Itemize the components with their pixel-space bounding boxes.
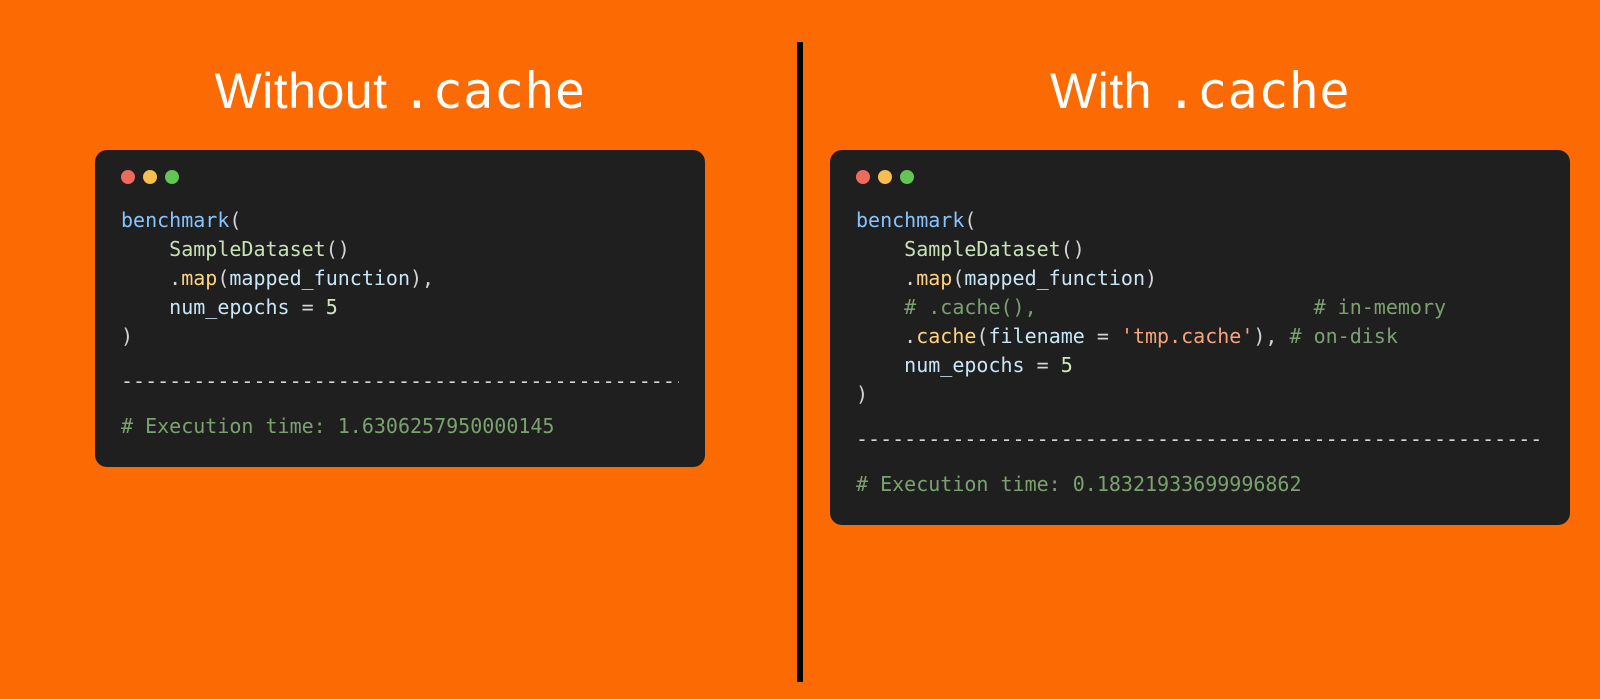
maximize-icon[interactable] bbox=[900, 170, 914, 184]
title-text: Without bbox=[214, 63, 401, 119]
code-window-without: benchmark( SampleDataset() .map(mapped_f… bbox=[95, 150, 705, 467]
code-line: num_epochs = 5 bbox=[121, 293, 679, 322]
code-line: ) bbox=[121, 322, 679, 351]
code-line: benchmark( bbox=[121, 206, 679, 235]
title-mono: .cache bbox=[1166, 62, 1350, 120]
window-controls bbox=[856, 170, 1544, 184]
code-line: SampleDataset() bbox=[121, 235, 679, 264]
code-line: num_epochs = 5 bbox=[856, 351, 1544, 380]
output-divider: ----------------------------------------… bbox=[121, 367, 679, 396]
maximize-icon[interactable] bbox=[165, 170, 179, 184]
minimize-icon[interactable] bbox=[878, 170, 892, 184]
code-window-with: benchmark( SampleDataset() .map(mapped_f… bbox=[830, 150, 1570, 525]
panel-with-cache: With .cache benchmark( SampleDataset() .… bbox=[800, 0, 1600, 699]
code-line: .map(mapped_function), bbox=[121, 264, 679, 293]
panel-without-cache: Without .cache benchmark( SampleDataset(… bbox=[0, 0, 800, 699]
code-line: benchmark( bbox=[856, 206, 1544, 235]
close-icon[interactable] bbox=[121, 170, 135, 184]
execution-time: # Execution time: 0.18321933699996862 bbox=[856, 470, 1544, 499]
code-line: ) bbox=[856, 380, 1544, 409]
execution-time: # Execution time: 1.6306257950000145 bbox=[121, 412, 679, 441]
code-line: .map(mapped_function) bbox=[856, 264, 1544, 293]
title-with: With .cache bbox=[1050, 62, 1350, 120]
close-icon[interactable] bbox=[856, 170, 870, 184]
output-divider: ----------------------------------------… bbox=[856, 425, 1544, 454]
code-line: # .cache(), # in-memory bbox=[856, 293, 1544, 322]
title-text: With bbox=[1050, 63, 1166, 119]
title-without: Without .cache bbox=[214, 62, 585, 120]
code-line: SampleDataset() bbox=[856, 235, 1544, 264]
code-line: .cache(filename = 'tmp.cache'), # on-dis… bbox=[856, 322, 1544, 351]
minimize-icon[interactable] bbox=[143, 170, 157, 184]
window-controls bbox=[121, 170, 679, 184]
title-mono: .cache bbox=[402, 62, 586, 120]
